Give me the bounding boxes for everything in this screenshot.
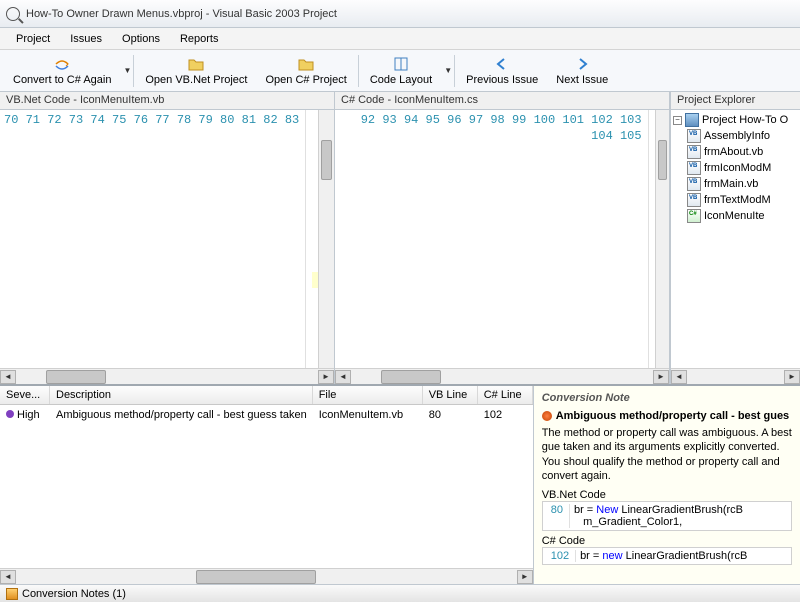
tree-item[interactable]: frmMain.vb bbox=[687, 176, 798, 192]
scrollbar-vertical[interactable] bbox=[655, 110, 669, 368]
open-vb-label: Open VB.Net Project bbox=[145, 74, 247, 86]
bottom-panel: Seve... Description File VB Line C# Line… bbox=[0, 384, 800, 584]
open-vb-button[interactable]: Open VB.Net Project bbox=[136, 53, 256, 89]
menu-issues[interactable]: Issues bbox=[62, 30, 110, 48]
open-cs-button[interactable]: Open C# Project bbox=[256, 53, 355, 89]
cell-vbline: 80 bbox=[423, 407, 478, 423]
note-title: Conversion Note bbox=[542, 392, 792, 404]
cell-description: Ambiguous method/property call - best gu… bbox=[50, 407, 313, 423]
menu-project[interactable]: Project bbox=[8, 30, 58, 48]
tree-item[interactable]: frmIconModM bbox=[687, 160, 798, 176]
dropdown-icon[interactable]: ▼ bbox=[444, 66, 452, 75]
vb-code[interactable]: e.Graphics.DrawIcon(m_Ico End If Dim rcB… bbox=[306, 110, 318, 368]
cell-severity: High bbox=[0, 407, 50, 423]
next-issue-button[interactable]: Next Issue bbox=[547, 53, 617, 89]
arrow-right-icon bbox=[574, 56, 590, 72]
cs-code-pane: C# Code - IconMenuItem.cs 92 93 94 95 96… bbox=[335, 92, 670, 384]
warning-icon bbox=[542, 411, 552, 421]
dropdown-icon[interactable]: ▼ bbox=[123, 66, 131, 75]
window-title: How-To Owner Drawn Menus.vbproj - Visual… bbox=[26, 8, 337, 20]
arrow-left-icon bbox=[494, 56, 510, 72]
layout-button[interactable]: Code Layout bbox=[361, 53, 441, 89]
tree-item[interactable]: frmTextModM bbox=[687, 192, 798, 208]
folder-vb-icon bbox=[188, 56, 204, 72]
convert-button[interactable]: Convert to C# Again bbox=[4, 53, 120, 89]
cs-gutter: 92 93 94 95 96 97 98 99 100 101 102 103 … bbox=[335, 110, 649, 368]
cell-file: IconMenuItem.vb bbox=[313, 407, 423, 423]
note-cs-code: 102br = new LinearGradientBrush(rcB bbox=[542, 547, 792, 565]
scrollbar-horizontal[interactable]: ◄► bbox=[335, 368, 669, 384]
vb-code-pane: VB.Net Code - IconMenuItem.vb 70 71 72 7… bbox=[0, 92, 335, 384]
titlebar: How-To Owner Drawn Menus.vbproj - Visual… bbox=[0, 0, 800, 28]
issues-grid: Seve... Description File VB Line C# Line… bbox=[0, 386, 534, 584]
layout-label: Code Layout bbox=[370, 74, 432, 86]
toolbar: Convert to C# Again ▼ Open VB.Net Projec… bbox=[0, 50, 800, 92]
notes-icon bbox=[6, 588, 18, 600]
folder-cs-icon bbox=[298, 56, 314, 72]
tree-item[interactable]: IconMenuIte bbox=[687, 208, 798, 224]
note-heading: Ambiguous method/property call - best gu… bbox=[542, 410, 792, 422]
col-description[interactable]: Description bbox=[50, 386, 313, 404]
vb-gutter: 70 71 72 73 74 75 76 77 78 79 80 81 82 8… bbox=[0, 110, 306, 368]
menubar: Project Issues Options Reports bbox=[0, 28, 800, 50]
prev-label: Previous Issue bbox=[466, 74, 538, 86]
vb-pane-header: VB.Net Code - IconMenuItem.vb bbox=[0, 92, 334, 110]
scrollbar-horizontal[interactable]: ◄► bbox=[0, 568, 533, 584]
status-tab[interactable]: Conversion Notes (1) bbox=[22, 588, 126, 600]
tree-item[interactable]: frmAbout.vb bbox=[687, 144, 798, 160]
next-label: Next Issue bbox=[556, 74, 608, 86]
tree-root[interactable]: −Project How-To O bbox=[673, 112, 798, 128]
scrollbar-vertical[interactable] bbox=[318, 110, 334, 368]
severity-icon bbox=[6, 410, 14, 418]
explorer-header: Project Explorer bbox=[671, 92, 800, 110]
open-cs-label: Open C# Project bbox=[265, 74, 346, 86]
convert-label: Convert to C# Again bbox=[13, 74, 111, 86]
grid-header: Seve... Description File VB Line C# Line bbox=[0, 386, 533, 405]
col-severity[interactable]: Seve... bbox=[0, 386, 50, 404]
layout-icon bbox=[393, 56, 409, 72]
grid-row[interactable]: High Ambiguous method/property call - be… bbox=[0, 405, 533, 425]
note-vb-label: VB.Net Code bbox=[542, 489, 792, 501]
scrollbar-horizontal[interactable]: ◄► bbox=[0, 368, 334, 384]
search-icon bbox=[6, 7, 20, 21]
menu-options[interactable]: Options bbox=[114, 30, 168, 48]
menu-reports[interactable]: Reports bbox=[172, 30, 227, 48]
col-csline[interactable]: C# Line bbox=[478, 386, 533, 404]
tree[interactable]: −Project How-To OAssemblyInfofrmAbout.vb… bbox=[671, 110, 800, 368]
scrollbar-horizontal[interactable]: ◄► bbox=[671, 368, 800, 384]
prev-issue-button[interactable]: Previous Issue bbox=[457, 53, 547, 89]
convert-icon bbox=[54, 56, 70, 72]
note-cs-label: C# Code bbox=[542, 535, 792, 547]
cs-pane-header: C# Code - IconMenuItem.cs bbox=[335, 92, 669, 110]
tree-item[interactable]: AssemblyInfo bbox=[687, 128, 798, 144]
cell-csline: 102 bbox=[478, 407, 533, 423]
statusbar: Conversion Notes (1) bbox=[0, 584, 800, 602]
col-vbline[interactable]: VB Line bbox=[423, 386, 478, 404]
conversion-note: Conversion Note Ambiguous method/propert… bbox=[534, 386, 800, 584]
main-area: VB.Net Code - IconMenuItem.vb 70 71 72 7… bbox=[0, 92, 800, 384]
project-explorer: Project Explorer −Project How-To OAssemb… bbox=[670, 92, 800, 384]
note-vb-code: 80br = New LinearGradientBrush(rcB m_Gra… bbox=[542, 501, 792, 531]
note-body: The method or property call was ambiguou… bbox=[542, 426, 792, 483]
col-file[interactable]: File bbox=[313, 386, 423, 404]
